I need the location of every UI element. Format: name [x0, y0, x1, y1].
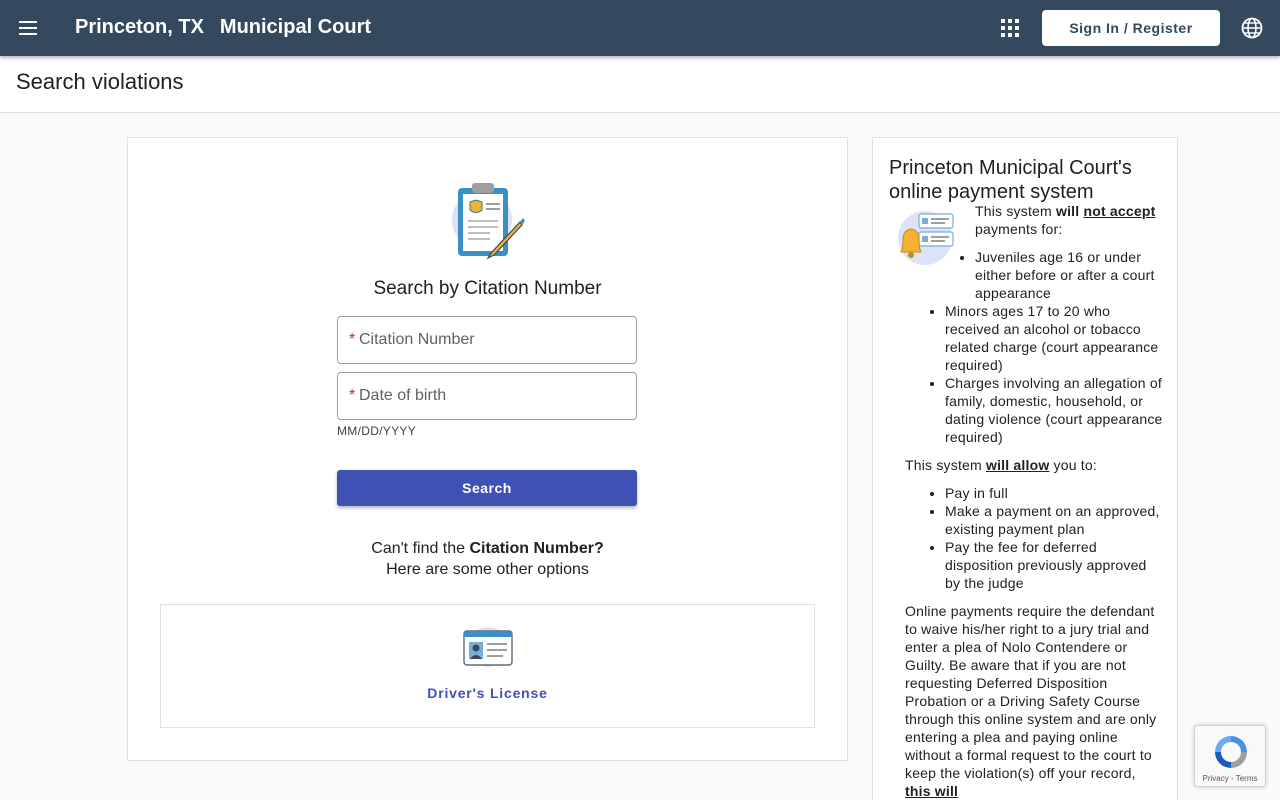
citation-number-field[interactable]: *: [337, 316, 637, 364]
app-title[interactable]: Princeton, TX Municipal Court: [75, 16, 371, 39]
info-body: This system will not accept payments for…: [905, 202, 1163, 800]
top-app-bar: Princeton, TX Municipal Court Sign In / R…: [0, 0, 1280, 56]
alternative-options-text: Can't find the Citation Number? Here are…: [128, 538, 847, 580]
allow-intro: This system will allow you to:: [905, 456, 1163, 474]
drivers-license-option[interactable]: Driver's License: [160, 604, 815, 728]
cant-find-prefix: Can't find the: [371, 540, 466, 557]
waiver-notice: Online payments require the defendant to…: [905, 602, 1163, 800]
page-header: Search violations: [0, 56, 1280, 113]
info-title: Princeton Municipal Court's online payme…: [889, 157, 1132, 203]
menu-icon[interactable]: [10, 10, 46, 46]
allow-suffix: you to:: [1053, 457, 1097, 473]
list-item: Minors ages 17 to 20 who received an alc…: [945, 302, 1163, 374]
list-item: Charges involving an allegation of famil…: [945, 374, 1163, 446]
not-accept-suffix: payments for:: [975, 221, 1063, 237]
allow-list: Pay in full Make a payment on an approve…: [945, 484, 1163, 592]
drivers-license-label: Driver's License: [427, 685, 548, 701]
payment-info-card: Princeton Municipal Court's online payme…: [872, 137, 1178, 800]
city-name: Princeton, TX: [75, 16, 204, 38]
id-card-icon: [463, 627, 513, 667]
clipboard-badge-icon: [452, 183, 525, 260]
list-item: Make a payment on an approved, existing …: [945, 502, 1163, 538]
not-accept-prefix: This system: [975, 203, 1052, 219]
not-accept-will: will: [1055, 203, 1080, 219]
search-button[interactable]: Search: [337, 470, 637, 506]
recaptcha-links[interactable]: Privacy - Terms: [1195, 774, 1265, 783]
allow-emphasis: will allow: [985, 457, 1050, 473]
list-item: Pay the fee for deferred disposition pre…: [945, 538, 1163, 592]
allow-prefix: This system: [905, 457, 982, 473]
not-accept-intro: This system will not accept payments for…: [975, 202, 1163, 238]
date-of-birth-input[interactable]: [359, 374, 629, 418]
citation-search-card: Search by Citation Number * * MM/DD/YYYY…: [127, 137, 848, 761]
court-name: Municipal Court: [219, 16, 372, 38]
waiver-text: Online payments require the defendant to…: [905, 603, 1157, 781]
list-item: Pay in full: [945, 484, 1163, 502]
recaptcha-badge[interactable]: Privacy - Terms: [1194, 725, 1266, 787]
globe-language-icon[interactable]: [1240, 16, 1264, 40]
other-options-text: Here are some other options: [386, 561, 589, 578]
sign-in-register-button[interactable]: Sign In / Register: [1042, 10, 1220, 46]
not-accept-emphasis: not accept: [1083, 203, 1156, 219]
waiver-emphasis: this will: [905, 783, 959, 799]
recaptcha-logo-icon: [1215, 736, 1247, 768]
list-item: Juveniles age 16 or under either before …: [975, 248, 1163, 302]
apps-grid-icon[interactable]: [996, 14, 1024, 42]
search-title: Search by Citation Number: [373, 278, 602, 299]
citation-number-input[interactable]: [359, 318, 629, 362]
date-format-hint: MM/DD/YYYY: [337, 424, 417, 438]
cant-find-bold: Citation Number?: [469, 540, 604, 557]
required-marker: *: [349, 331, 356, 348]
required-marker: *: [349, 387, 356, 404]
date-of-birth-field[interactable]: *: [337, 372, 637, 420]
page-title: Search violations: [16, 69, 184, 94]
not-accept-list: Juveniles age 16 or under either before …: [945, 248, 1163, 446]
